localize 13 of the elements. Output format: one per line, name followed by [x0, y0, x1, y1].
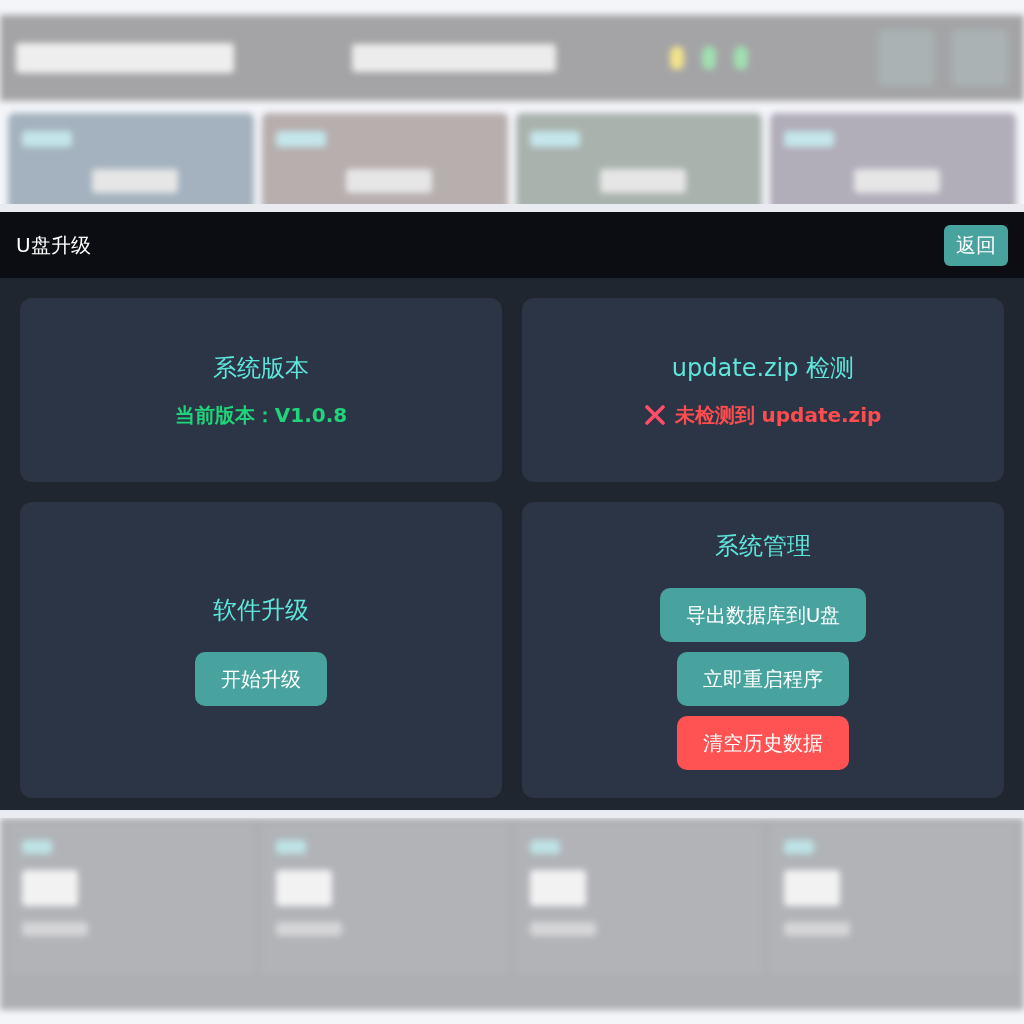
action-button[interactable]: 导出数据库到U盘: [659, 588, 867, 642]
card-title: 系统管理: [715, 531, 811, 562]
action-button[interactable]: 立即重启程序: [677, 652, 849, 706]
card-title: 系统版本: [213, 352, 309, 384]
back-button[interactable]: 返回: [944, 224, 1008, 266]
danger-button[interactable]: 清空历史数据: [677, 716, 849, 770]
version-text: 当前版本：V1.0.8: [174, 401, 348, 429]
cross-icon: [644, 405, 665, 425]
card-title: update.zip 检测: [671, 352, 855, 384]
card-title: 软件升级: [213, 595, 309, 626]
dialog-title: U盘升级: [16, 231, 91, 259]
action-button[interactable]: 开始升级: [195, 652, 327, 706]
status-text: 未检测到 update.zip: [674, 401, 882, 429]
